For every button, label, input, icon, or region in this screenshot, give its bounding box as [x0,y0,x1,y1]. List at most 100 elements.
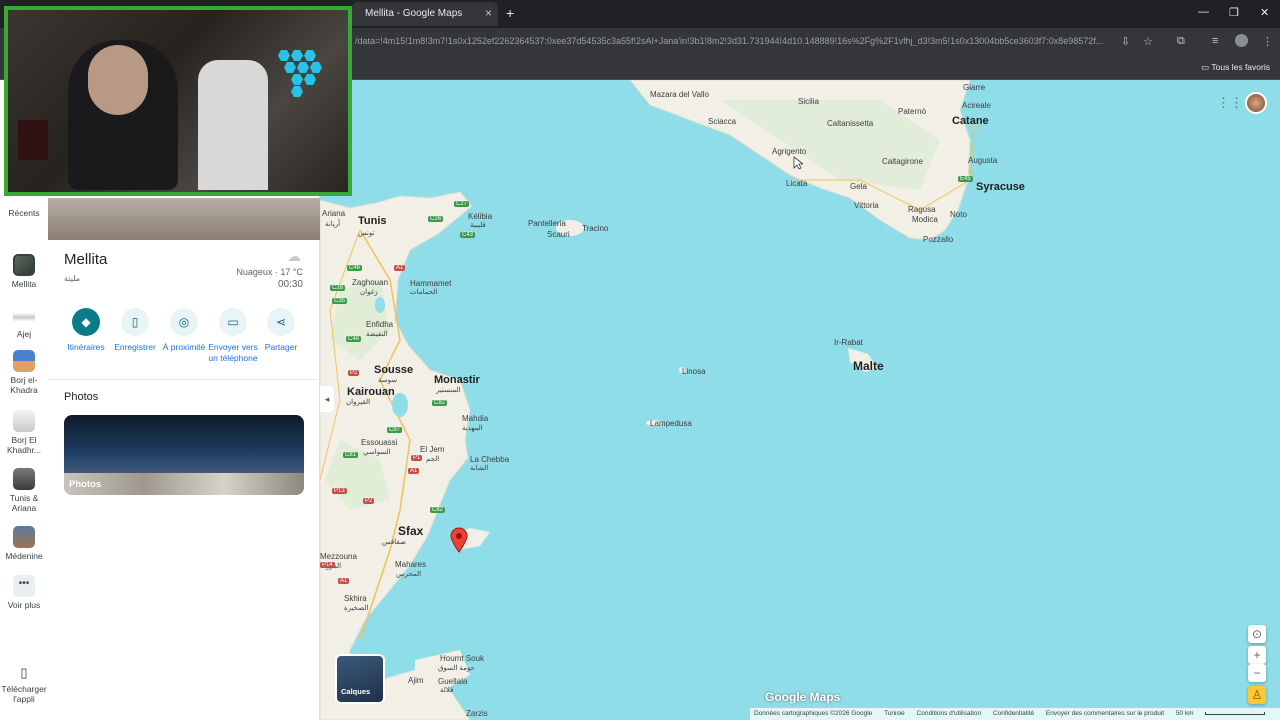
place-hero-image[interactable] [48,198,320,240]
new-tab-button[interactable]: + [506,5,514,21]
map-place-label[interactable]: Sicilia [798,97,819,106]
map-place-label[interactable]: Catane [952,115,989,127]
map-place-label[interactable]: Sfax [398,524,423,538]
map-place-label[interactable]: Acireale [962,101,991,110]
map-place-label[interactable]: Houmt Souk [440,654,484,663]
road-shield: A1 [338,578,350,584]
map-place-label[interactable]: Essouassi [361,438,397,447]
map-place-label[interactable]: Mezzouna [320,552,357,561]
map-place-label[interactable]: Scauri [547,230,570,239]
save-button[interactable]: ▯ Enregistrer [107,308,163,353]
footer-scale[interactable]: 50 km [1176,710,1194,717]
map-place-label[interactable]: Ir-Rabat [834,338,863,347]
zoom-out-button[interactable]: − [1248,664,1266,682]
rail-item-borj-el-khadra[interactable]: Borj el-Khadra [0,350,48,395]
location-pin-icon[interactable] [450,527,468,553]
map-place-label[interactable]: Kairouan [347,386,395,398]
media-icon[interactable]: ≡ [1212,35,1218,47]
map-place-label[interactable]: Mazara del Vallo [650,90,709,99]
all-bookmarks-button[interactable]: ▭ Tous les favoris [1201,62,1270,73]
rail-item-borj-el-khadhr[interactable]: Borj El Khadhr... [0,410,48,455]
hex-light [297,62,309,73]
chrome-menu-icon[interactable]: ⋮ [1262,35,1273,48]
account-avatar[interactable] [1245,92,1267,114]
profile-avatar[interactable] [1235,34,1248,47]
map-place-label[interactable]: Agrigento [772,147,806,156]
map-place-label[interactable]: Malte [853,359,884,373]
map-place-label[interactable]: Kélibia [468,212,492,221]
map-place-label[interactable]: Zarzis [466,709,488,718]
rail-item-voir-plus[interactable]: ••• Voir plus [0,575,48,610]
map-place-label[interactable]: Pantelleria [528,219,566,228]
map-place-label[interactable]: Skhira [344,594,367,603]
install-icon[interactable]: ⇩ [1121,35,1130,48]
tab-close-icon[interactable]: × [485,6,492,20]
chair-shape [198,60,268,190]
rail-item-medenine[interactable]: Médenine [0,526,48,561]
hex-light [291,86,303,97]
photos-tile[interactable]: Photos [64,415,304,495]
map-place-label[interactable]: Pozzallo [923,235,953,244]
road-shield: C35 [332,298,348,304]
map-place-label[interactable]: Paternò [898,107,926,116]
zoom-in-button[interactable]: + [1248,646,1266,664]
map-place-label[interactable]: Giarre [963,83,985,92]
hex-light [278,50,290,61]
rail-item-tunis-ariana[interactable]: Tunis & Ariana [0,468,48,513]
photos-tile-label: Photos [69,479,102,490]
footer-country[interactable]: Tunisie [884,710,905,717]
map-place-label[interactable]: Lampedusa [650,419,692,428]
map-place-label[interactable]: Guellala [438,677,467,686]
share-button[interactable]: ⋖ Partager [253,308,309,353]
map-place-label[interactable]: Syracuse [976,181,1025,193]
my-location-icon[interactable]: ⊙ [1248,625,1266,643]
extensions-icon[interactable]: ⧉ [1177,35,1185,48]
bookmark-star-icon[interactable]: ☆ [1143,35,1153,48]
map-place-label[interactable]: La Chebba [470,455,509,464]
map-canvas[interactable]: Mazara del Vallo Sicilia Giarre Acireale Pat… [320,80,1280,720]
rail-item-mellita[interactable]: Mellita [0,254,48,289]
layers-button[interactable]: Calques [335,654,385,704]
rail-item-recents[interactable]: Récents [0,208,48,218]
rail-item-ajej[interactable]: Ajej [0,304,48,339]
map-place-label[interactable]: Mahdia [462,414,488,423]
restore-button[interactable]: ❐ [1229,6,1239,19]
map-place-label[interactable]: Zaghouan [352,278,388,287]
map-place-label[interactable]: Augusta [968,156,997,165]
map-place-label[interactable]: El Jem [420,445,444,454]
road-shield: C87 [387,427,403,433]
close-window-button[interactable]: ✕ [1260,6,1269,19]
map-place-label[interactable]: Ariana [322,209,345,218]
directions-button[interactable]: ◆ Itinéraires [58,308,114,353]
minimize-button[interactable]: — [1198,6,1209,18]
map-place-label[interactable]: Tracino [582,224,608,233]
rail-item-download-app[interactable]: ▯ Télécharger l'appli [0,665,48,704]
map-place-label[interactable]: Ragusa [908,205,936,214]
map-place-label[interactable]: Caltanissetta [827,119,873,128]
footer-privacy-link[interactable]: Confidentialité [993,710,1034,717]
url-field[interactable]: /data=!4m15!1m8!3m7!1s0x1252ef2262364537… [355,36,1115,46]
map-place-label[interactable]: Monastir [434,374,480,386]
map-place-label[interactable]: Vittoria [854,201,879,210]
browser-tab[interactable]: Mellita - Google Maps × [352,2,498,26]
map-place-label[interactable]: Licata [786,179,807,188]
map-place-label[interactable]: Sousse [374,364,413,376]
nearby-button[interactable]: ◎ À proximité [156,308,212,353]
map-place-label[interactable]: Linosa [682,367,706,376]
map-place-label[interactable]: Enfidha [366,320,393,329]
map-place-label[interactable]: Hammamet [410,279,451,288]
map-place-label[interactable]: Gela [850,182,867,191]
map-place-label[interactable]: Tunis [358,215,387,227]
map-place-label[interactable]: Ajim [408,676,424,685]
map-place-label[interactable]: Modica [912,215,938,224]
pegman-icon[interactable]: ♙ [1248,686,1266,704]
map-place-label[interactable]: Sciacca [708,117,736,126]
footer-terms-link[interactable]: Conditions d'utilisation [917,710,981,717]
map-place-label-arabic: الحمامات [410,289,438,296]
map-place-label[interactable]: Caltagirone [882,157,923,166]
footer-feedback-link[interactable]: Envoyer des commentaires sur le produit [1046,710,1164,717]
map-place-label[interactable]: Mahares [395,560,426,569]
google-apps-icon[interactable]: ⋮⋮ [1217,95,1243,111]
map-place-label[interactable]: Noto [950,210,967,219]
collapse-panel-button[interactable]: ◂ [320,386,334,412]
